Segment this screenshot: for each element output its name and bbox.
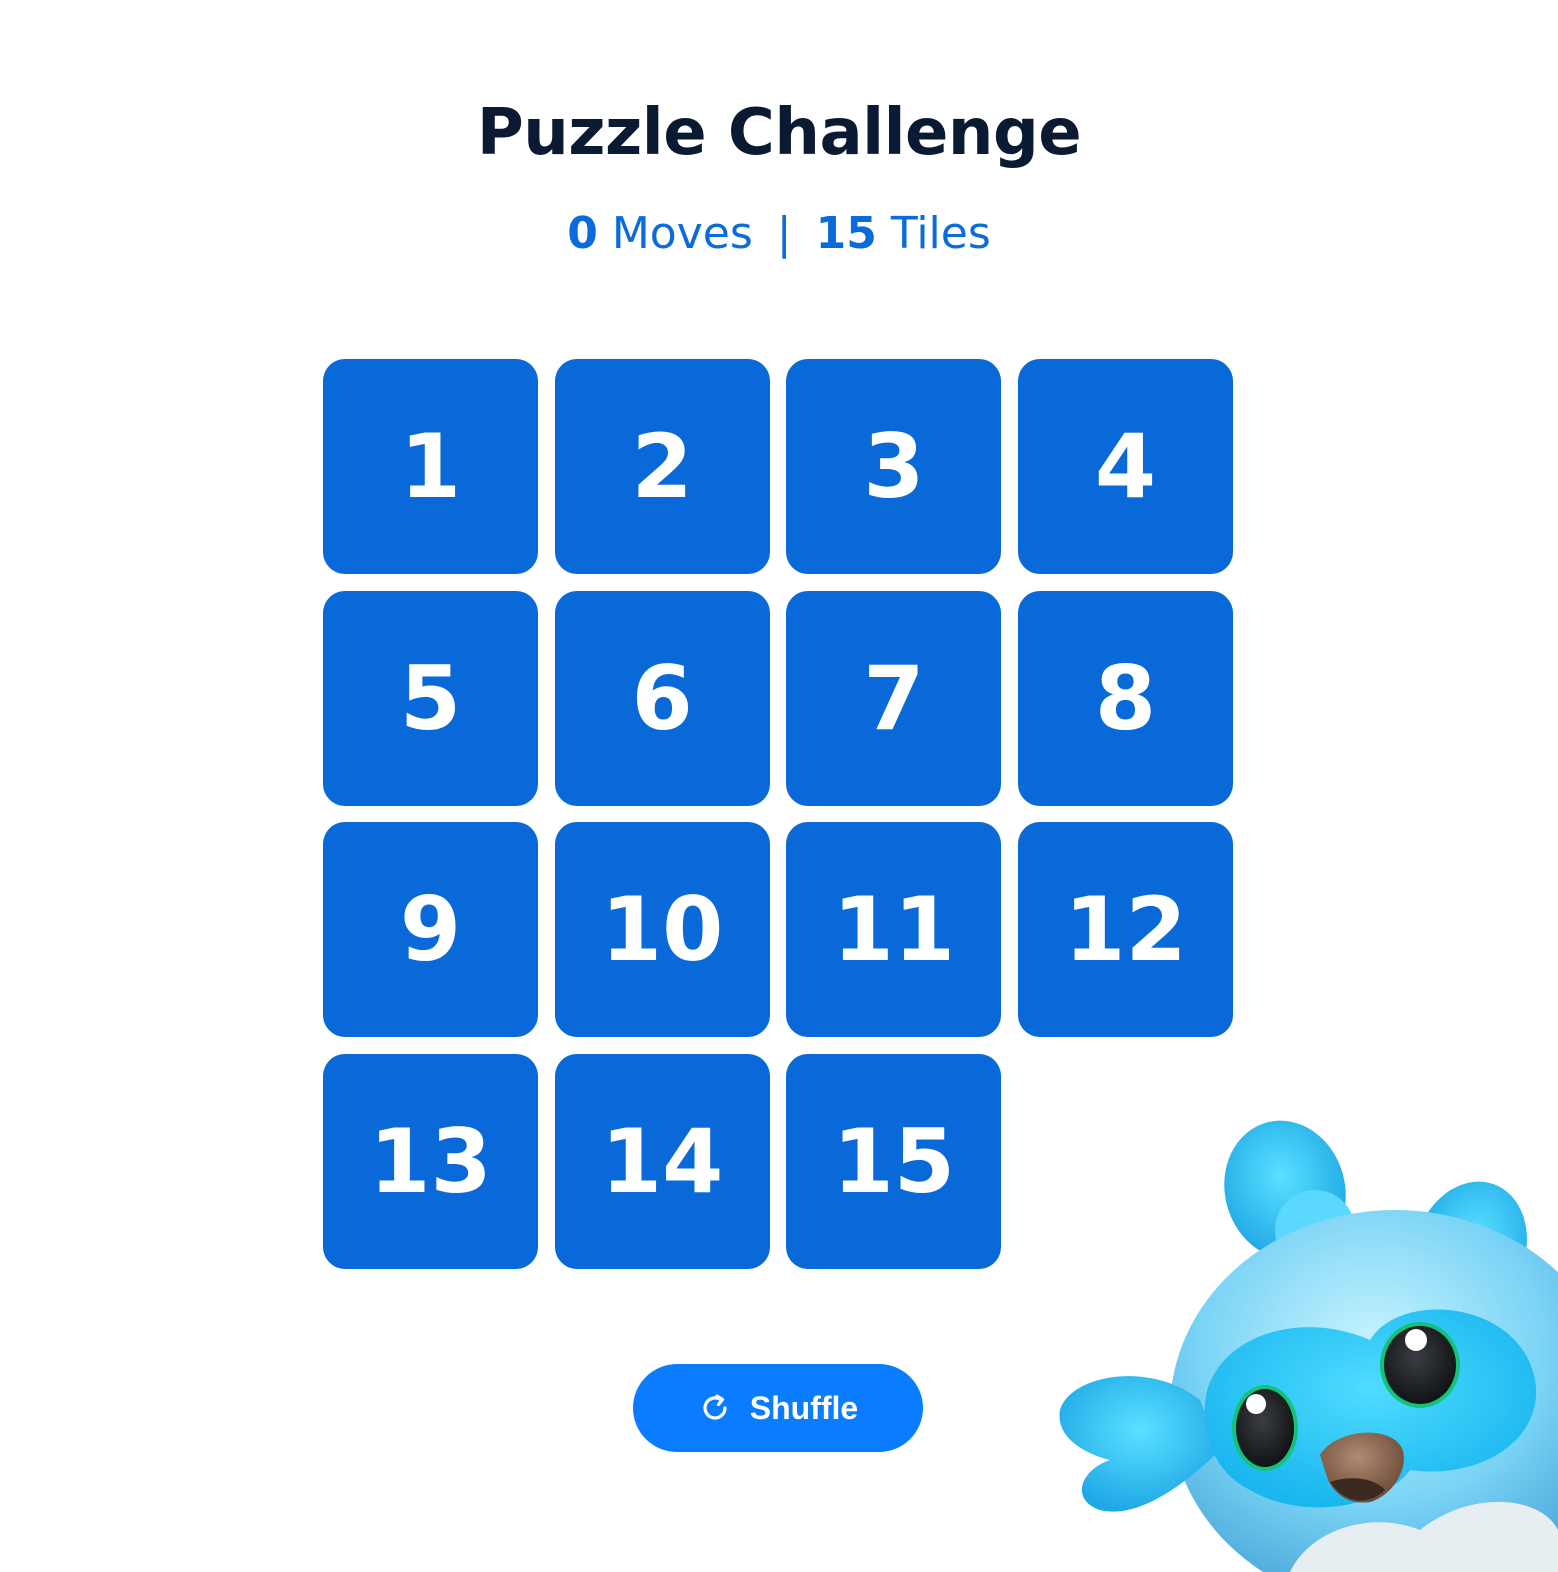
puzzle-tile[interactable]: 8 — [1017, 590, 1233, 806]
puzzle-tile[interactable]: 13 — [323, 1053, 538, 1269]
moves-count: 0 — [567, 208, 598, 259]
puzzle-tile[interactable]: 5 — [323, 590, 538, 806]
puzzle-tile[interactable]: 10 — [554, 822, 770, 1038]
stats-bar: 0 Moves | 15 Tiles — [0, 208, 1558, 259]
stats-separator: | — [776, 208, 792, 259]
refresh-icon — [698, 1391, 732, 1425]
shuffle-label: Shuffle — [749, 1389, 859, 1426]
puzzle-tile[interactable]: 11 — [786, 822, 1002, 1038]
puzzle-tile[interactable]: 7 — [786, 590, 1002, 806]
puzzle-tile[interactable]: 15 — [786, 1053, 1002, 1269]
page-title: Puzzle Challenge — [476, 96, 1082, 170]
puzzle-tile[interactable]: 4 — [1017, 359, 1233, 574]
shuffle-button[interactable]: Shuffle — [633, 1364, 923, 1452]
puzzle-tile[interactable]: 9 — [323, 822, 538, 1038]
puzzle-page: Puzzle Challenge 0 Moves | 15 Tiles 1 2 … — [0, 0, 1558, 1572]
puzzle-tile[interactable]: 6 — [554, 590, 770, 806]
puzzle-tile[interactable]: 12 — [1017, 822, 1233, 1038]
puzzle-tile[interactable]: 1 — [323, 359, 538, 574]
tiles-label: Tiles — [890, 208, 991, 259]
puzzle-tile[interactable]: 3 — [786, 359, 1002, 574]
puzzle-tile[interactable]: 14 — [554, 1053, 770, 1269]
moves-label: Moves — [611, 208, 753, 259]
tiles-count: 15 — [815, 208, 877, 259]
puzzle-tile[interactable]: 2 — [554, 359, 770, 574]
owl-mascot-icon — [1050, 1110, 1558, 1572]
